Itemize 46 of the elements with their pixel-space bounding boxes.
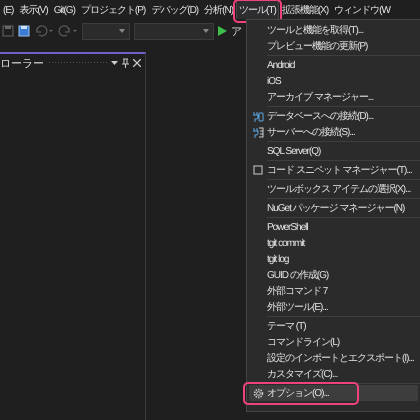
menu-item[interactable]: プレビュー機能の更新(P) [249, 38, 418, 54]
menu-item[interactable]: アーカイブ マネージャー... [249, 89, 418, 105]
menu-item[interactable]: GUID の作成(G) [249, 267, 418, 283]
close-icon[interactable] [133, 59, 141, 67]
menu-item[interactable]: サーバーへの接続(S)... [249, 124, 418, 140]
menu-item[interactable]: プロジェクト(P) [78, 0, 148, 19]
menu-item[interactable]: 外部ツール(E)... [249, 299, 418, 315]
menu-item[interactable]: SQL Server(Q) [249, 143, 418, 159]
redo-icon[interactable] [58, 25, 78, 37]
dropdown-field[interactable] [82, 22, 130, 40]
menu-item[interactable]: ツールボックス アイテムの選択(X)... [249, 181, 418, 197]
menu-item[interactable]: コマンドライン(L) [249, 334, 418, 350]
save-icon[interactable] [2, 25, 14, 37]
caret-icon [203, 29, 209, 33]
menu-item[interactable]: Git(G) [50, 2, 78, 18]
menu-item[interactable]: 拡張機能(X) [278, 0, 332, 19]
plug-database-icon [252, 110, 264, 122]
menu-item[interactable]: NuGet パッケージ マネージャー(N) [249, 200, 418, 216]
pin-icon[interactable] [122, 58, 129, 68]
menu-item[interactable]: ウィンドウ(W [331, 0, 393, 19]
menu-item[interactable]: tgit commit [249, 235, 418, 251]
menu-item[interactable]: デバッグ(D) [148, 0, 202, 19]
menu-item[interactable]: ツールと機能を取得(T)... [249, 22, 418, 38]
menu-item[interactable]: tgit log [249, 251, 418, 267]
menu-item[interactable]: 外部コマンド 7 [249, 283, 418, 299]
menu-item[interactable]: 設定のインポートとエクスポート(I)... [249, 350, 418, 366]
menu-item[interactable]: コード スニペット マネージャー(T)... [249, 162, 418, 178]
grip-handle[interactable] [48, 61, 107, 65]
caret-icon [119, 29, 125, 33]
menu-item[interactable]: カスタマイズ(C)... [249, 366, 418, 382]
settings-icon [252, 388, 264, 398]
play-icon[interactable] [218, 26, 227, 36]
dropdown-field[interactable] [134, 22, 214, 40]
menu-item[interactable]: (E) [0, 2, 16, 18]
square-icon [253, 165, 263, 175]
menu-item[interactable]: PowerShell [249, 219, 418, 235]
menu-item[interactable]: iOS [249, 73, 418, 89]
plug-server-icon [252, 126, 264, 138]
save-all-icon[interactable] [18, 25, 30, 37]
start-label[interactable]: ア [231, 24, 242, 38]
caret-icon[interactable] [111, 61, 118, 65]
menu-item[interactable]: 表示(V) [16, 0, 51, 19]
menu-item[interactable]: Android [249, 57, 418, 73]
menu-item[interactable]: データベースへの接続(D)... [249, 108, 418, 124]
menu-item[interactable]: テーマ (T) [249, 318, 418, 334]
panel-title: ローラー [0, 56, 44, 70]
